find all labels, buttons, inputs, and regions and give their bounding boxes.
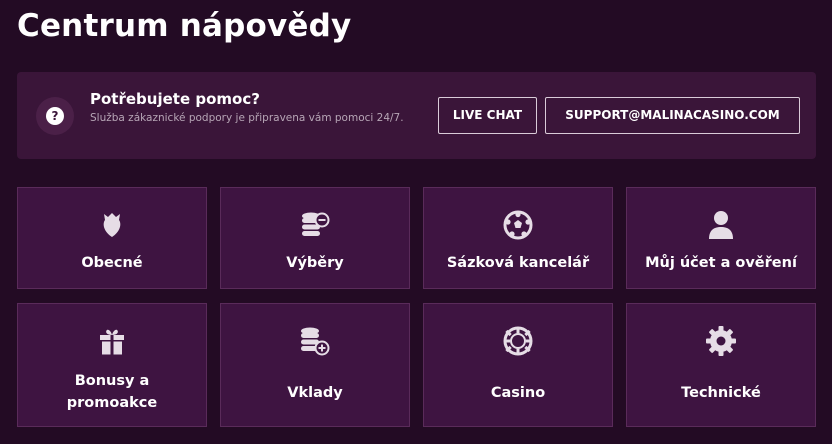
category-label: Můj účet a ověření [645, 255, 797, 271]
raspberry-icon [95, 208, 129, 242]
live-chat-button[interactable]: LIVE CHAT [438, 97, 537, 134]
category-label: Výběry [286, 255, 344, 271]
category-label: Casino [490, 385, 546, 401]
question-icon: ? [46, 107, 64, 125]
help-banner: ? Potřebujete pomoc? Služba zákaznické p… [17, 72, 816, 159]
category-label: Bonusy a promoakce [66, 373, 158, 411]
help-heading: Potřebujete pomoc? [90, 90, 260, 108]
category-tile-technical[interactable]: Technické [626, 303, 816, 427]
support-email-button[interactable]: SUPPORT@MALINACASINO.COM [545, 97, 800, 134]
coins-minus-icon [298, 208, 332, 242]
help-icon-wrapper: ? [36, 97, 74, 135]
category-tile-deposits[interactable]: Vklady [220, 303, 410, 427]
gear-icon [704, 324, 738, 358]
coins-plus-icon [298, 324, 332, 358]
gift-icon [95, 324, 129, 358]
category-label: Obecné [81, 255, 143, 271]
casino-chip-icon [501, 324, 535, 358]
category-tile-account[interactable]: Můj účet a ověření [626, 187, 816, 289]
category-label: Vklady [287, 385, 343, 401]
category-label: Technické [681, 385, 761, 401]
category-grid: Obecné Výběry Sázková kancelář Můj účet … [17, 187, 816, 427]
category-label: Sázková kancelář [446, 255, 590, 271]
user-icon [704, 208, 738, 242]
category-tile-bonuses[interactable]: Bonusy a promoakce [17, 303, 207, 427]
category-tile-withdrawals[interactable]: Výběry [220, 187, 410, 289]
page-title: Centrum nápovědy [17, 8, 352, 44]
category-tile-casino[interactable]: Casino [423, 303, 613, 427]
soccer-ball-icon [501, 208, 535, 242]
category-tile-sportsbook[interactable]: Sázková kancelář [423, 187, 613, 289]
help-center-page: Centrum nápovědy ? Potřebujete pomoc? Sl… [0, 0, 832, 444]
help-description: Služba zákaznické podpory je připravena … [90, 112, 404, 124]
category-tile-general[interactable]: Obecné [17, 187, 207, 289]
